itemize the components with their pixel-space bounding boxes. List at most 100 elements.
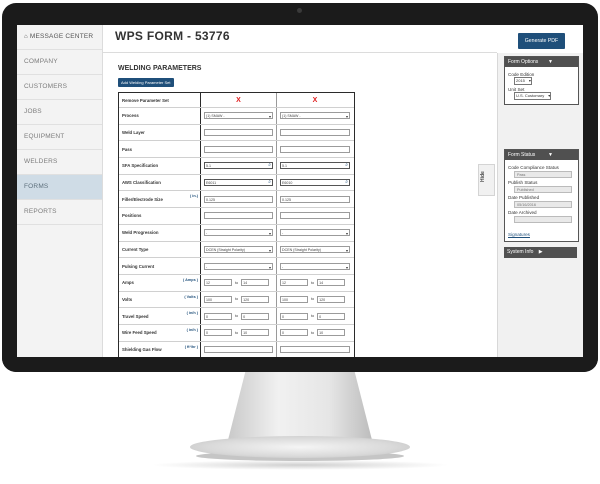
system-info-header[interactable]: System Info ▶ [504, 247, 577, 258]
range-max-field[interactable]: 10 [241, 329, 270, 337]
sidebar-item-jobs[interactable]: JOBS [17, 100, 102, 125]
parameter-field[interactable] [280, 212, 350, 220]
parameter-select[interactable]: - [204, 262, 273, 270]
parameter-field[interactable] [280, 145, 350, 153]
sidebar-item-company[interactable]: COMPANY [17, 50, 102, 75]
system-info-title: System Info [507, 249, 534, 255]
row-label-text: Travel Speed [122, 313, 149, 319]
parameter-cell: 100 to 120 [277, 292, 353, 308]
form-status-header[interactable]: Form Status ▼ [505, 150, 578, 160]
home-icon: ⌂ [24, 34, 28, 40]
range-min-field[interactable]: 100 [204, 295, 232, 303]
parameter-cell: X [277, 93, 353, 107]
signatures-link[interactable]: Signatures [508, 232, 575, 237]
range-max-field[interactable]: 0 [241, 312, 270, 320]
generate-pdf-button[interactable]: Generate PDF [518, 33, 565, 49]
parameter-select[interactable]: (1) SMAW - [280, 112, 350, 120]
range-min-field[interactable]: 12 [204, 279, 232, 287]
parameter-field[interactable] [204, 145, 273, 153]
parameter-cell [201, 141, 277, 158]
parameter-select[interactable]: - [280, 229, 350, 237]
parameter-field[interactable]: 0.125 [280, 195, 350, 203]
sidebar-item-customers[interactable]: CUSTOMERS [17, 75, 102, 100]
form-options-header[interactable]: Form Options ▼ [505, 57, 578, 67]
code-edition-select[interactable]: 2015 [514, 77, 532, 85]
range-min-field[interactable]: 12 [280, 279, 308, 287]
row-label-text: Weld Progression [122, 230, 159, 236]
hide-panel-tab[interactable]: Hide [478, 164, 495, 196]
parameter-cell: E6010 ⌕ [277, 175, 353, 191]
table-row: Weld Progression - - [119, 224, 354, 242]
range-min-field[interactable]: 100 [280, 295, 308, 303]
range-separator: to [311, 297, 315, 302]
range-min-field[interactable]: 0 [280, 312, 308, 320]
search-icon[interactable]: ⌕ [268, 180, 271, 185]
sidebar-item-reports[interactable]: REPORTS [17, 200, 102, 225]
sidebar-item-message-center[interactable]: ⌂ MESSAGE CENTER [17, 25, 102, 50]
parameter-cell [277, 125, 353, 141]
parameter-search-field[interactable]: E6011 ⌕ [204, 179, 273, 187]
monitor-chin [2, 357, 598, 372]
row-label-text: Positions [122, 213, 142, 219]
range-min-field[interactable]: 0 [280, 329, 308, 337]
range-max-field[interactable]: 10 [317, 329, 346, 337]
title-divider [103, 52, 497, 53]
range-max-field[interactable]: 120 [241, 295, 270, 303]
field-value: 5.1 [282, 164, 287, 169]
field-value: E6011 [206, 181, 217, 186]
range-max-field[interactable]: 120 [317, 295, 346, 303]
sidebar-item-forms[interactable]: FORMS [17, 175, 102, 200]
parameter-search-field[interactable]: E6010 ⌕ [280, 179, 350, 187]
date-archived-field [514, 216, 572, 223]
range-input: 12 to 14 [204, 279, 273, 287]
search-icon[interactable]: ⌕ [268, 163, 271, 168]
app-screen: ⌂ MESSAGE CENTER COMPANY CUSTOMERS JOBS EQUIP… [17, 25, 583, 357]
publish-status-field: Published [514, 186, 572, 193]
range-min-field[interactable]: 0 [204, 329, 232, 337]
parameter-search-field[interactable]: 5.1 ⌕ [280, 162, 350, 170]
range-max-field[interactable]: 14 [317, 279, 346, 287]
parameter-select[interactable]: DCEN (Straight Polarity) [204, 245, 273, 253]
parameter-field[interactable] [280, 129, 350, 137]
parameter-cell: 0.125 [277, 191, 353, 207]
parameter-select[interactable]: - [280, 262, 350, 270]
date-archived-label: Date Archived [508, 210, 537, 215]
row-label: Current Type [119, 241, 201, 258]
remove-set-icon[interactable]: X [280, 97, 350, 104]
row-label: Weld Progression [119, 224, 201, 241]
range-min-field[interactable]: 0 [204, 312, 232, 320]
form-status-panel: Form Status ▼ Code Compliance Status Pas… [504, 149, 579, 242]
parameter-field[interactable] [204, 345, 273, 353]
range-separator: to [311, 314, 315, 319]
parameter-search-field[interactable]: 5.1 ⌕ [204, 162, 273, 170]
parameter-select[interactable]: - [204, 229, 273, 237]
parameter-cell: - [201, 224, 277, 241]
parameter-field[interactable] [204, 212, 273, 220]
search-icon[interactable]: ⌕ [345, 180, 348, 185]
parameter-field[interactable] [204, 129, 273, 137]
parameter-cell [277, 141, 353, 157]
sidebar-item-equipment[interactable]: EQUIPMENT [17, 125, 102, 150]
range-max-field[interactable]: 14 [241, 279, 270, 287]
form-options-panel: Form Options ▼ Code Edition 2015 Unit Se… [504, 56, 579, 105]
parameter-cell [201, 341, 277, 357]
parameter-field[interactable]: 0.125 [204, 195, 273, 203]
field-value: DCEN (Straight Polarity) [206, 247, 245, 252]
search-icon[interactable]: ⌕ [345, 163, 348, 168]
parameter-select[interactable]: DCEN (Straight Polarity) [280, 245, 350, 253]
parameter-cell: 0 to 10 [277, 325, 353, 341]
sidebar-item-welders[interactable]: WELDERS [17, 150, 102, 175]
unit-set-select[interactable]: U.S. Customary [514, 92, 552, 100]
compliance-label: Code Compliance Status [508, 165, 559, 170]
table-row: Pass [119, 141, 354, 159]
remove-set-icon[interactable]: X [204, 97, 273, 104]
caret-right-icon: ▶ [538, 249, 543, 255]
parameter-cell: (1) SMAW - [277, 108, 353, 124]
table-row: Weld Layer [119, 124, 354, 142]
unit-label: ( in/h ) [186, 327, 198, 332]
sidebar-item-label: FORMS [24, 183, 49, 190]
parameter-field[interactable] [280, 345, 350, 353]
add-parameter-set-button[interactable]: Add Welding Parameter Set [118, 78, 174, 87]
parameter-select[interactable]: (1) SMAW - [204, 112, 273, 120]
range-max-field[interactable]: 0 [317, 312, 346, 320]
